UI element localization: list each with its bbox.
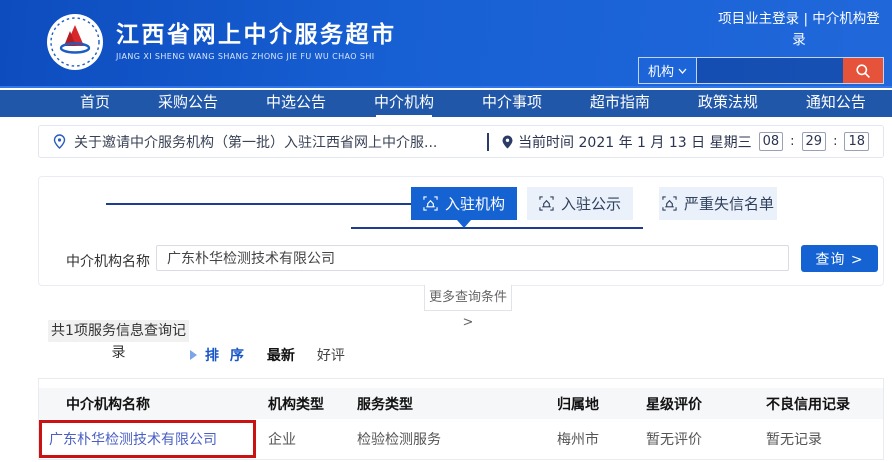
tab-label: 入驻机构 bbox=[445, 193, 505, 214]
cell-org-type: 企业 bbox=[268, 429, 357, 449]
col-header-org-type: 机构类型 bbox=[268, 394, 357, 414]
query-panel: 入驻机构 入驻公示 严重失信名单 中介机构名称 查询 > bbox=[38, 176, 884, 286]
org-name-input[interactable] bbox=[156, 245, 789, 271]
sort-newest-option[interactable]: 最新 bbox=[267, 345, 295, 365]
location-pin-icon bbox=[53, 134, 66, 149]
header-search-input[interactable] bbox=[697, 58, 843, 83]
nav-item-intermediary-orgs[interactable]: 中介机构 bbox=[374, 90, 434, 117]
cell-credit-record: 暂无记录 bbox=[766, 429, 883, 449]
col-header-service-type: 服务类型 bbox=[357, 394, 557, 414]
site-title: 江西省网上中介服务超市 bbox=[116, 21, 397, 49]
decorative-line bbox=[351, 227, 643, 229]
vertical-divider bbox=[487, 133, 489, 151]
pavilion-icon bbox=[539, 196, 554, 211]
header-search-button[interactable] bbox=[843, 58, 883, 83]
time-hours: 08 bbox=[759, 132, 784, 151]
notice-headline: 关于邀请中介服务机构（第一批）入驻江西省网上中介服... bbox=[74, 132, 437, 152]
page: 江西省网上中介服务超市 JIANG XI SHENG WANG SHANG ZH… bbox=[0, 0, 892, 462]
nav-item-selection-notices[interactable]: 中选公告 bbox=[266, 90, 326, 117]
cell-rating: 暂无评价 bbox=[646, 429, 766, 449]
results-count: 共1项服务信息查询记录 bbox=[48, 320, 189, 342]
tab-registered-orgs[interactable]: 入驻机构 bbox=[411, 187, 517, 220]
results-table: 中介机构名称 机构类型 服务类型 归属地 星级评价 不良信用记录 广东朴华检测技… bbox=[38, 378, 884, 460]
main-nav: 首页 采购公告 中选公告 中介机构 中介事项 超市指南 政策法规 通知公告 bbox=[0, 90, 892, 117]
tab-registration-publicity[interactable]: 入驻公示 bbox=[527, 187, 633, 220]
current-time-block: 当前时间 2021 年 1 月 13 日 星期三 08:29:18 bbox=[487, 132, 871, 152]
nav-item-procurement-notices[interactable]: 采购公告 bbox=[158, 90, 218, 117]
cell-region: 梅州市 bbox=[557, 429, 646, 449]
nav-item-market-guide[interactable]: 超市指南 bbox=[590, 90, 650, 117]
time-seconds: 18 bbox=[844, 132, 869, 151]
time-minutes: 29 bbox=[802, 132, 827, 151]
cell-org-name: 广东朴华检测技术有限公司 bbox=[39, 429, 268, 449]
site-title-block: 江西省网上中介服务超市 JIANG XI SHENG WANG SHANG ZH… bbox=[116, 21, 397, 61]
chevron-down-icon bbox=[678, 68, 687, 74]
col-header-credit-record: 不良信用记录 bbox=[766, 394, 883, 414]
col-header-region: 归属地 bbox=[557, 394, 646, 414]
sort-bar: 排 序 最新 好评 bbox=[190, 345, 345, 365]
site-subtitle: JIANG XI SHENG WANG SHANG ZHONG JIE FU W… bbox=[116, 52, 397, 61]
col-header-org-name: 中介机构名称 bbox=[39, 394, 268, 414]
nav-item-policies[interactable]: 政策法规 bbox=[698, 90, 758, 117]
sort-caret-icon bbox=[190, 350, 197, 360]
more-query-conditions-link[interactable]: 更多查询条件 > bbox=[424, 285, 512, 311]
notice-link[interactable]: 关于邀请中介服务机构（第一批）入驻江西省网上中介服... bbox=[53, 132, 437, 152]
sort-rating-option[interactable]: 好评 bbox=[317, 345, 345, 365]
header-search-bar: 机构 bbox=[638, 57, 884, 84]
search-icon bbox=[855, 63, 871, 79]
org-name-label: 中介机构名称 bbox=[66, 251, 150, 271]
site-logo-icon bbox=[46, 13, 104, 71]
org-name-link[interactable]: 广东朴华检测技术有限公司 bbox=[49, 432, 217, 448]
search-category-label: 机构 bbox=[648, 61, 674, 80]
time-pin-icon bbox=[502, 135, 513, 149]
tab-dishonesty-blacklist[interactable]: 严重失信名单 bbox=[659, 187, 777, 220]
pavilion-icon bbox=[423, 196, 438, 211]
nav-item-home[interactable]: 首页 bbox=[80, 90, 110, 117]
login-links[interactable]: 项目业主登录 | 中介机构登录 bbox=[714, 9, 884, 51]
table-header-row: 中介机构名称 机构类型 服务类型 归属地 星级评价 不良信用记录 bbox=[39, 388, 883, 419]
tab-label: 严重失信名单 bbox=[684, 193, 774, 214]
notice-bar: 关于邀请中介服务机构（第一批）入驻江西省网上中介服... 当前时间 2021 年… bbox=[38, 125, 884, 158]
cell-service-type: 检验检测服务 bbox=[357, 429, 557, 449]
nav-item-intermediary-matters[interactable]: 中介事项 bbox=[482, 90, 542, 117]
tab-label: 入驻公示 bbox=[561, 193, 621, 214]
col-header-rating: 星级评价 bbox=[646, 394, 766, 414]
current-time-label: 当前时间 2021 年 1 月 13 日 星期三 bbox=[518, 132, 752, 152]
time-colon: : bbox=[833, 134, 837, 149]
query-button[interactable]: 查询 > bbox=[801, 245, 878, 272]
pavilion-icon bbox=[662, 196, 677, 211]
table-row: 广东朴华检测技术有限公司 企业 检验检测服务 梅州市 暂无评价 暂无记录 bbox=[39, 419, 883, 459]
site-header: 江西省网上中介服务超市 JIANG XI SHENG WANG SHANG ZH… bbox=[0, 0, 892, 88]
sort-label: 排 序 bbox=[205, 345, 247, 365]
decorative-line bbox=[106, 203, 411, 205]
time-colon: : bbox=[790, 134, 794, 149]
search-category-select[interactable]: 机构 bbox=[639, 58, 697, 83]
nav-item-announcements[interactable]: 通知公告 bbox=[806, 90, 866, 117]
